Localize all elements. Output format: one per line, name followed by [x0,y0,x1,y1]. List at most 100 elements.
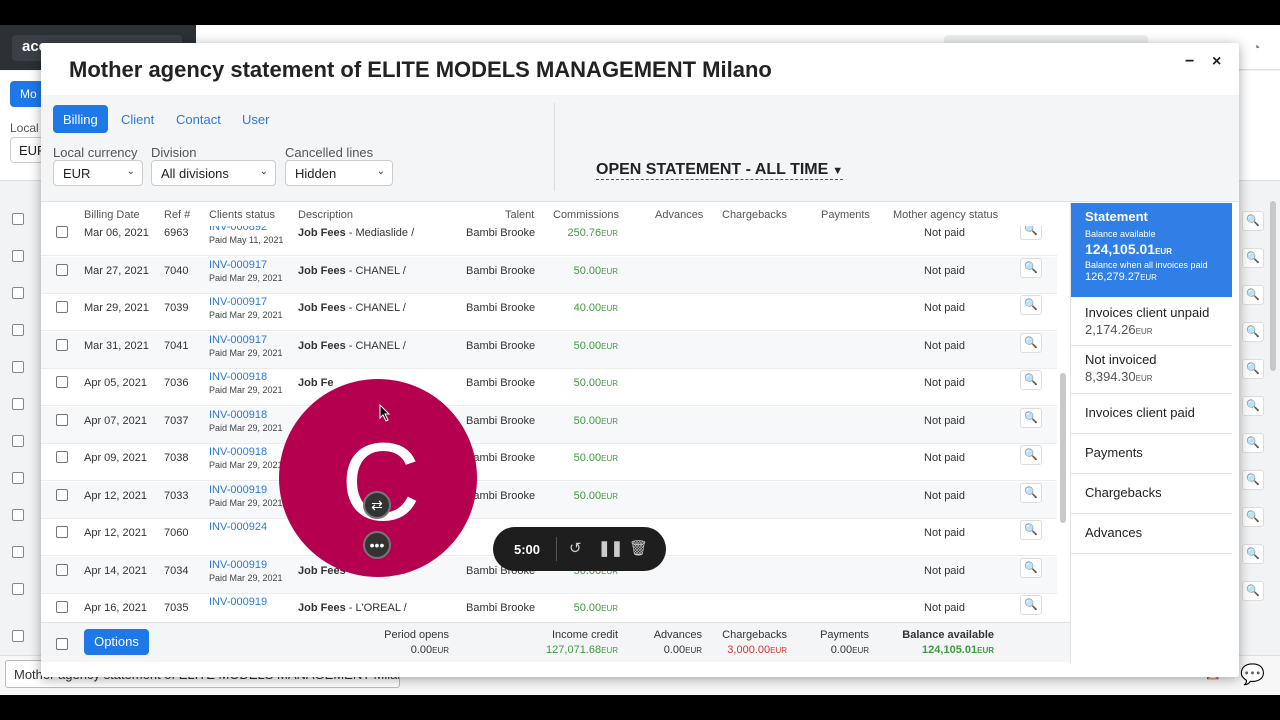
table-row[interactable]: Apr 16, 2021 7035 INV-000919 Job Fees - L'O… [41,594,1057,622]
row-checkbox[interactable] [56,563,68,576]
invoice-link[interactable]: INV-000918 [209,446,267,458]
recorder-camera-bubble[interactable]: C ⇄ ••• [279,379,477,577]
pause-icon[interactable]: ❚❚ [598,539,623,557]
col-description[interactable]: Description [298,209,353,221]
search-icon[interactable]: 🔍 [1020,407,1042,428]
bg-row-checkbox[interactable] [12,435,24,447]
side-panel-item[interactable]: Advances [1071,514,1232,554]
bg-search-icon[interactable]: 🔍 [1242,581,1264,601]
tab-contact[interactable]: Contact [166,105,231,133]
table-row[interactable]: Apr 07, 2021 7037 INV-000918 Paid Mar 29, 2… [41,406,1057,444]
search-icon[interactable]: 🔍 [1020,370,1042,390]
table-row[interactable]: Apr 05, 2021 7036 INV-000918 Paid Mar 29, 2… [41,369,1057,406]
row-checkbox[interactable] [56,263,68,276]
side-panel-item[interactable]: Not invoiced 8,394.30EUR [1071,346,1232,394]
col-advances[interactable]: Advances [655,209,703,221]
restart-icon[interactable]: ↺ [569,539,582,557]
table-row[interactable]: Mar 29, 2021 7039 INV-000917 Paid Mar 29, 2… [41,294,1057,331]
rss-icon[interactable]: ◔ [1252,39,1260,55]
row-checkbox[interactable] [56,376,68,388]
invoice-link[interactable]: INV-000892 [209,226,267,233]
invoice-link[interactable]: INV-000924 [209,521,267,533]
bg-row-checkbox[interactable] [12,361,24,373]
invoice-link[interactable]: INV-000917 [209,334,267,346]
more-options-icon[interactable]: ••• [363,531,391,559]
table-row[interactable]: Mar 27, 2021 7040 INV-000917 Paid Mar 29, 2… [41,256,1057,294]
bg-row-checkbox[interactable] [12,509,24,521]
chat-icon[interactable]: 💬 [1240,662,1270,688]
col-talent[interactable]: Talent [505,209,534,221]
search-icon[interactable]: 🔍 [1020,482,1042,503]
invoice-link[interactable]: INV-000918 [209,409,267,421]
bg-search-icon[interactable]: 🔍 [1242,470,1264,490]
bg-search-icon[interactable]: 🔍 [1242,396,1264,416]
row-checkbox[interactable] [56,488,68,501]
search-icon[interactable]: 🔍 [1020,332,1042,353]
options-button[interactable]: Options [84,629,149,655]
search-icon[interactable]: 🔍 [1020,226,1042,240]
search-icon[interactable]: 🔍 [1020,295,1042,315]
table-row[interactable]: Mar 06, 2021 6963 INV-000892 Paid May 11, 2… [41,226,1057,256]
bg-search-icon[interactable]: 🔍 [1242,507,1264,527]
table-scrollbar[interactable] [1060,373,1066,523]
bg-search-icon[interactable]: 🔍 [1242,322,1264,342]
tab-client[interactable]: Client [111,105,164,133]
side-panel-item[interactable]: Payments [1071,434,1232,474]
statement-period-dropdown[interactable]: OPEN STATEMENT - ALL TIME ▼ [596,161,844,180]
col-commissions[interactable]: Commissions [553,209,619,221]
side-panel-item[interactable]: Chargebacks [1071,474,1232,514]
cancelled-lines-select[interactable]: Hidden ⌄ [285,160,393,186]
invoice-link[interactable]: INV-000917 [209,259,267,271]
col-chargebacks[interactable]: Chargebacks [722,209,787,221]
bg-row-checkbox[interactable] [12,583,24,595]
select-all-checkbox[interactable] [56,638,68,650]
statement-card[interactable]: Statement Balance available 124,105.01EU… [1071,203,1232,297]
side-panel-item[interactable]: Invoices client unpaid 2,174.26EUR [1071,299,1232,346]
row-checkbox[interactable] [56,601,68,613]
table-row[interactable]: Apr 09, 2021 7038 INV-000918 Paid Mar 29, 2… [41,444,1057,481]
trash-icon[interactable]: 🗑 [629,539,648,557]
search-icon[interactable]: 🔍 [1020,595,1042,615]
bg-search-icon[interactable]: 🔍 [1242,359,1264,379]
row-checkbox[interactable] [56,451,68,463]
col-payments[interactable]: Payments [821,209,870,221]
bg-search-icon[interactable]: 🔍 [1242,544,1264,564]
switch-camera-icon[interactable]: ⇄ [363,491,391,519]
tab-billing[interactable]: Billing [53,105,108,133]
bg-row-checkbox[interactable] [12,324,24,336]
close-icon[interactable]: × [1212,53,1221,71]
invoice-link[interactable]: INV-000919 [209,596,267,608]
invoice-link[interactable]: INV-000917 [209,296,267,308]
bg-search-icon[interactable]: 🔍 [1242,433,1264,453]
invoice-link[interactable]: INV-000919 [209,559,267,571]
currency-select[interactable]: EUR ⌄ [53,160,143,186]
side-panel-item[interactable]: Invoices client paid [1071,394,1232,434]
tab-user[interactable]: User [232,105,279,133]
invoice-link[interactable]: INV-000919 [209,484,267,496]
search-icon[interactable]: 🔍 [1020,257,1042,278]
bg-search-icon[interactable]: 🔍 [1242,211,1264,231]
table-row[interactable]: Apr 12, 2021 7033 INV-000919 Paid Mar 29, 2… [41,481,1057,519]
bg-row-checkbox[interactable] [12,287,24,299]
col-billing-date[interactable]: Billing Date [84,209,140,221]
search-icon[interactable]: 🔍 [1020,520,1042,540]
bg-row-checkbox[interactable] [12,250,24,262]
bg-search-icon[interactable]: 🔍 [1242,248,1264,268]
bg-search-icon[interactable]: 🔍 [1242,285,1264,305]
search-icon[interactable]: 🔍 [1020,557,1042,578]
invoice-link[interactable]: INV-000918 [209,371,267,383]
bg-row-checkbox[interactable] [12,546,24,558]
bg-row-checkbox[interactable] [12,213,24,225]
row-checkbox[interactable] [56,226,68,238]
search-icon[interactable]: 🔍 [1020,445,1042,465]
minimize-icon[interactable]: − [1185,53,1194,71]
bg-row-checkbox[interactable] [12,472,24,484]
division-select[interactable]: All divisions ⌄ [151,160,276,186]
bg-row-checkbox[interactable] [12,398,24,410]
bg-row-checkbox[interactable] [12,630,24,642]
row-checkbox[interactable] [56,526,68,538]
row-checkbox[interactable] [56,413,68,426]
table-row[interactable]: Mar 31, 2021 7041 INV-000917 Paid Mar 29, 2… [41,331,1057,369]
row-checkbox[interactable] [56,338,68,351]
col-mother-agency-status[interactable]: Mother agency status [893,209,998,221]
